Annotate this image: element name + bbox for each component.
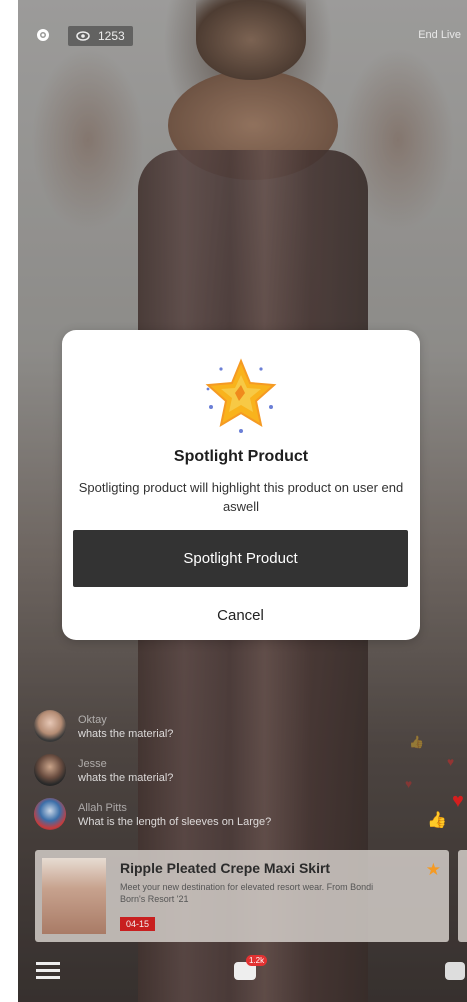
heart-icon: ♥ (405, 777, 413, 791)
comment-list: Oktay whats the material? Jesse whats th… (34, 710, 354, 842)
heart-icon: ♥ (447, 755, 455, 769)
comment-item: Allah Pitts What is the length of sleeve… (34, 798, 354, 830)
dialog-message: Spotligting product will highlight this … (78, 480, 404, 514)
product-date-badge: 04-15 (120, 917, 156, 931)
comment-item: Jesse whats the material? (34, 754, 354, 786)
gear-icon[interactable] (36, 28, 50, 42)
floating-reactions: ♥ 👍 ♥ ♥ 👍 (397, 735, 467, 845)
list-menu-icon[interactable] (36, 962, 60, 980)
comment-message: whats the material? (78, 728, 174, 740)
viewer-count-badge: 1253 (68, 26, 133, 46)
top-bar: 1253 End Live (18, 26, 467, 46)
spotlight-star-icon (205, 358, 277, 433)
comment-author: Allah Pitts (78, 802, 127, 814)
spotlight-dialog: Spotlight Product Spotligting product wi… (62, 330, 420, 640)
product-title: Ripple Pleated Crepe Maxi Skirt (120, 860, 331, 876)
product-card[interactable]: Ripple Pleated Crepe Maxi Skirt Meet you… (35, 850, 449, 942)
thumbs-up-icon: 👍 (427, 812, 447, 829)
end-live-button[interactable]: End Live (418, 29, 461, 41)
comment-author: Jesse (78, 758, 107, 770)
viewer-count: 1253 (98, 29, 125, 43)
spotlight-product-button[interactable]: Spotlight Product (73, 530, 408, 587)
comment-message: What is the length of sleeves on Large? (78, 816, 272, 828)
product-description: Meet your new destination for elevated r… (120, 882, 374, 904)
avatar (34, 754, 66, 786)
eye-icon (76, 31, 90, 41)
comment-item: Oktay whats the material? (34, 710, 354, 742)
avatar (34, 798, 66, 830)
next-product-card[interactable] (458, 850, 467, 942)
camera-flip-icon[interactable] (445, 962, 465, 980)
comment-message: whats the material? (78, 772, 174, 784)
cancel-button[interactable]: Cancel (73, 600, 408, 630)
chat-count-badge: 1.2k (246, 955, 268, 966)
heart-icon: ♥ (452, 790, 464, 812)
dialog-title: Spotlight Product (173, 448, 309, 465)
comment-author: Oktay (78, 714, 107, 726)
thumbs-up-icon: 👍 (409, 735, 424, 749)
star-icon[interactable]: ★ (426, 860, 441, 880)
bottom-bar: 1.2k (18, 955, 467, 986)
avatar (34, 710, 66, 742)
product-thumbnail (42, 858, 106, 934)
